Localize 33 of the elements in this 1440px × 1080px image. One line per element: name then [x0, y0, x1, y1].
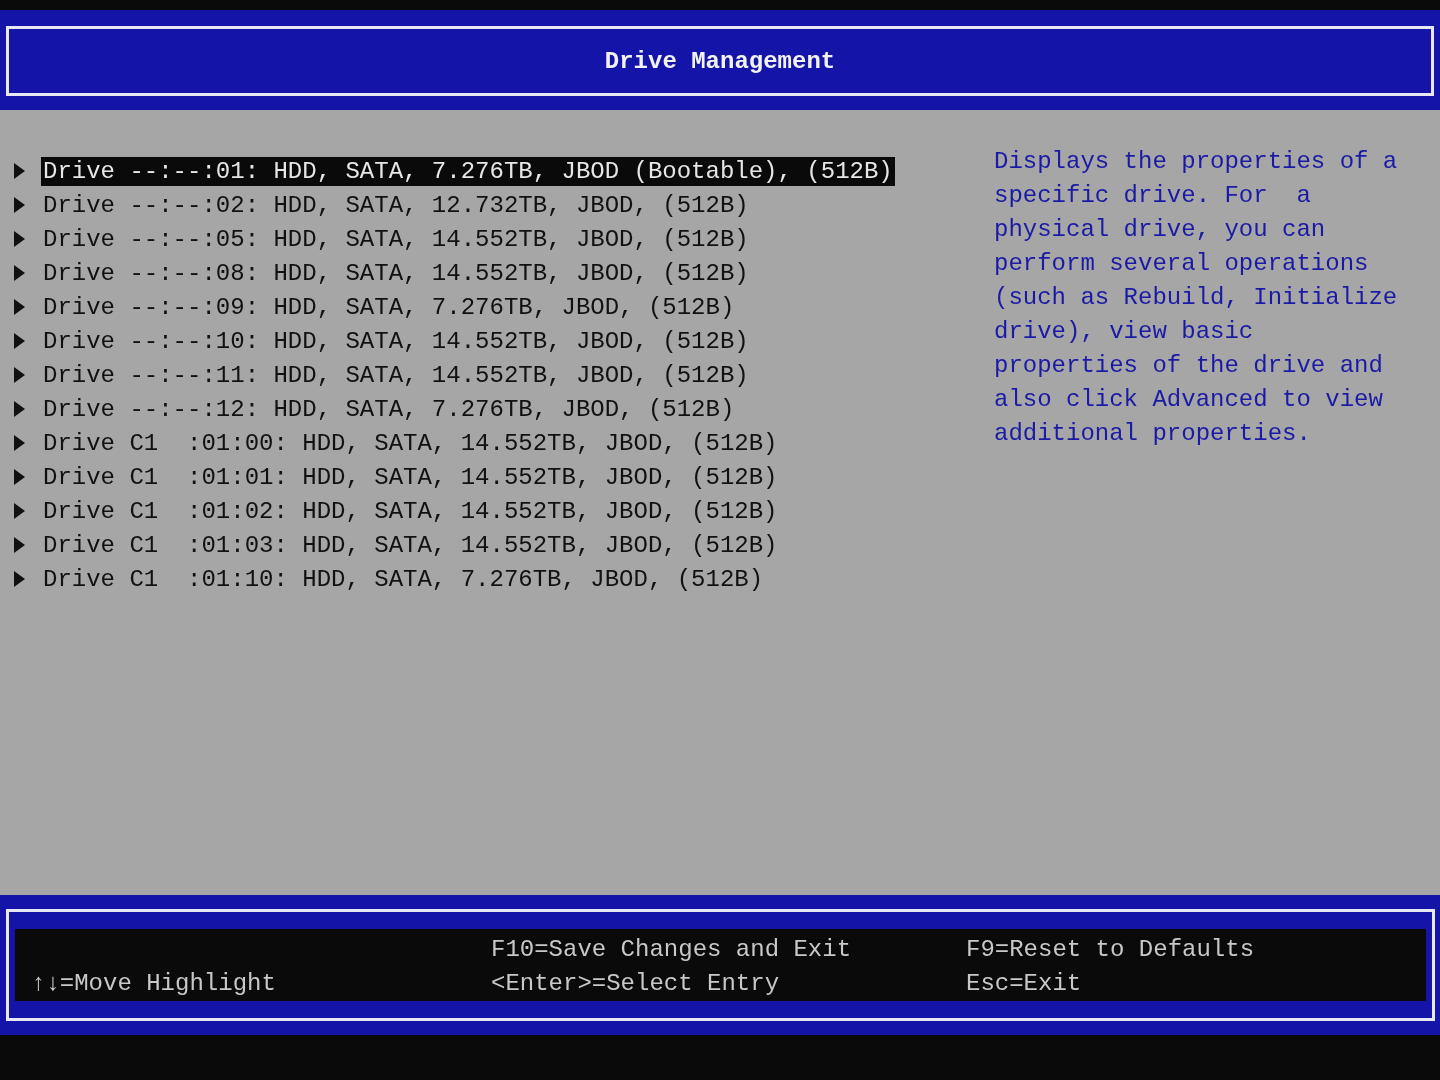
drive-entry[interactable]: Drive --:--:12: HDD, SATA, 7.276TB, JBOD, (512B)	[41, 394, 737, 424]
expand-arrow-icon	[14, 231, 25, 247]
expand-arrow-icon	[14, 367, 25, 383]
expand-arrow-icon	[14, 503, 25, 519]
drive-entry[interactable]: Drive --:--:10: HDD, SATA, 14.552TB, JBOD, (512B)	[41, 326, 751, 356]
expand-arrow-icon	[14, 571, 25, 587]
drive-entry[interactable]: Drive --:--:11: HDD, SATA, 14.552TB, JBOD, (512B)	[41, 360, 751, 390]
drive-entry[interactable]: Drive --:--:08: HDD, SATA, 14.552TB, JBOD, (512B)	[41, 258, 751, 288]
expand-arrow-icon	[14, 401, 25, 417]
key-hint: ↑↓=Move Highlight	[31, 969, 277, 999]
drive-entry[interactable]: Drive C1 :01:00: HDD, SATA, 14.552TB, JBOD, (512B)	[41, 428, 780, 458]
drive-entry[interactable]: Drive --:--:02: HDD, SATA, 12.732TB, JBOD, (512B)	[41, 190, 751, 220]
drive-entry[interactable]: Drive C1 :01:01: HDD, SATA, 14.552TB, JBOD, (512B)	[41, 462, 780, 492]
expand-arrow-icon	[14, 537, 25, 553]
key-hint: F10=Save Changes and Exit	[491, 935, 853, 965]
drive-entry[interactable]: Drive --:--:01: HDD, SATA, 7.276TB, JBOD (Bootable), (512B)	[41, 156, 895, 186]
drive-entry[interactable]: Drive C1 :01:03: HDD, SATA, 14.552TB, JBOD, (512B)	[41, 530, 780, 560]
key-hint: <Enter>=Select Entry	[491, 969, 781, 999]
expand-arrow-icon	[14, 299, 25, 315]
drive-entry[interactable]: Drive C1 :01:10: HDD, SATA, 7.276TB, JBOD, (512B)	[41, 564, 766, 594]
page-title: Drive Management	[604, 47, 836, 75]
expand-arrow-icon	[14, 435, 25, 451]
expand-arrow-icon	[14, 333, 25, 349]
drive-entry[interactable]: Drive C1 :01:02: HDD, SATA, 14.552TB, JBOD, (512B)	[41, 496, 780, 526]
help-text: Displays the properties of a specific drive. For a physical drive, you can perform several operations (such as Rebuild, Initialize drive), view basic properties of the drive and also click Advanced to view additional properties.	[994, 147, 1398, 449]
key-hint: Esc=Exit	[966, 969, 1083, 999]
expand-arrow-icon	[14, 163, 25, 179]
drive-entry[interactable]: Drive --:--:05: HDD, SATA, 14.552TB, JBOD, (512B)	[41, 224, 751, 254]
key-hint: F9=Reset to Defaults	[966, 935, 1256, 965]
drive-entry[interactable]: Drive --:--:09: HDD, SATA, 7.276TB, JBOD, (512B)	[41, 292, 737, 322]
expand-arrow-icon	[14, 469, 25, 485]
expand-arrow-icon	[14, 265, 25, 281]
expand-arrow-icon	[14, 197, 25, 213]
